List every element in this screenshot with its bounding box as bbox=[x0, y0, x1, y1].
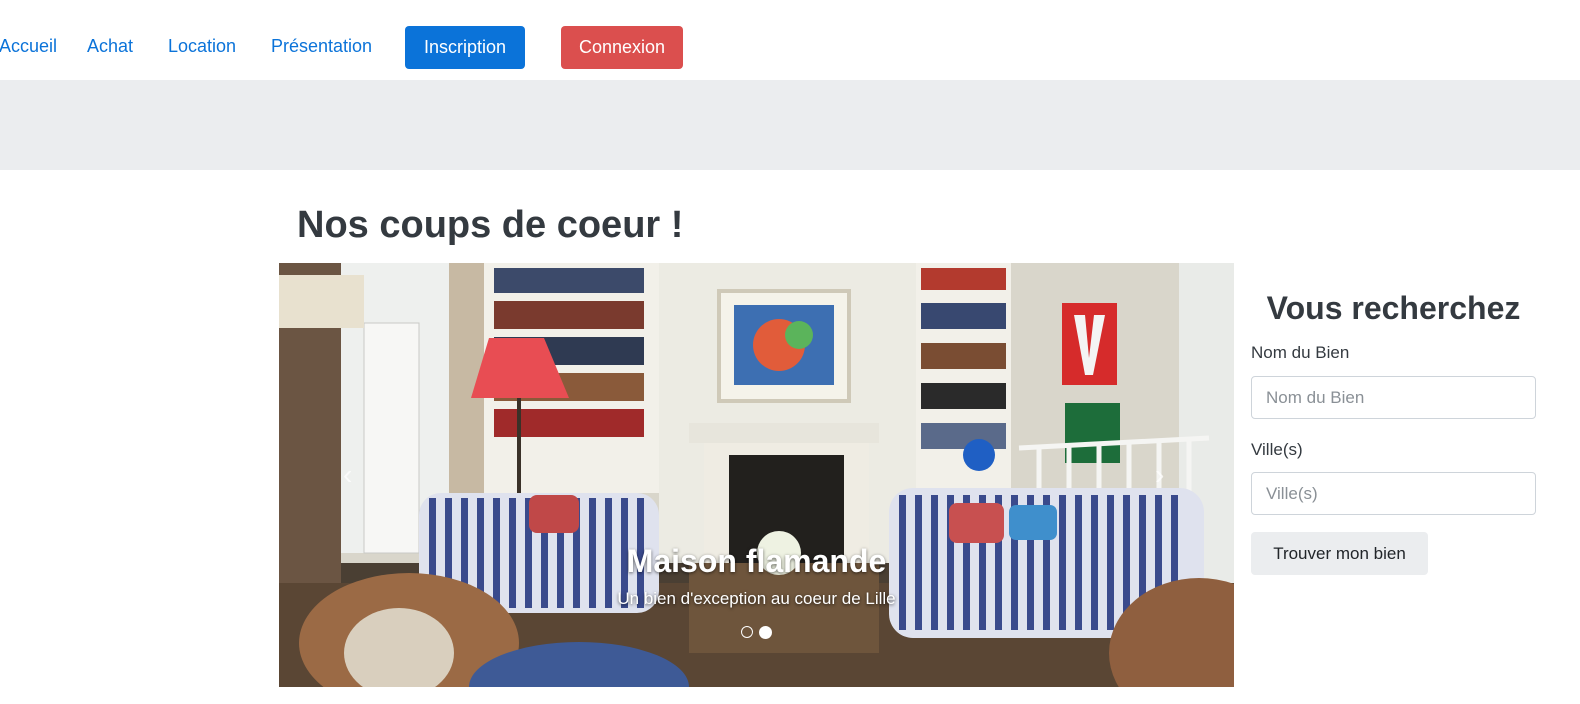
top-navbar: Accueil Achat Location Présentation Insc… bbox=[0, 0, 1580, 80]
hero-band bbox=[0, 80, 1580, 170]
living-room-photo bbox=[279, 263, 1234, 687]
carousel-slide-title: Maison flamande bbox=[626, 543, 887, 579]
carousel-indicator-active[interactable] bbox=[759, 626, 772, 639]
nav-link-presentation[interactable]: Présentation bbox=[271, 36, 372, 57]
find-property-button[interactable]: Trouver mon bien bbox=[1251, 532, 1428, 575]
connexion-button[interactable]: Connexion bbox=[561, 26, 683, 69]
property-name-label: Nom du Bien bbox=[1251, 343, 1350, 362]
nav-link-accueil[interactable]: Accueil bbox=[0, 36, 57, 57]
inscription-button[interactable]: Inscription bbox=[405, 26, 525, 69]
carousel-next-icon[interactable]: › bbox=[1155, 461, 1164, 489]
carousel-indicator[interactable] bbox=[741, 626, 753, 638]
city-input[interactable] bbox=[1251, 472, 1536, 515]
carousel-slide-subtitle: Un bien d'exception au coeur de Lille bbox=[617, 589, 896, 608]
nav-link-location[interactable]: Location bbox=[168, 36, 236, 57]
property-name-input[interactable] bbox=[1251, 376, 1536, 419]
carousel-indicators bbox=[279, 626, 1234, 639]
page-title: Nos coups de coeur ! bbox=[297, 204, 684, 246]
featured-carousel: ‹ › Maison flamande Un bien d'exception … bbox=[279, 263, 1234, 687]
search-panel-title: Vous recherchez bbox=[1266, 290, 1521, 326]
nav-link-achat[interactable]: Achat bbox=[87, 36, 133, 57]
carousel-prev-icon[interactable]: ‹ bbox=[343, 461, 352, 489]
city-label: Ville(s) bbox=[1251, 440, 1303, 459]
